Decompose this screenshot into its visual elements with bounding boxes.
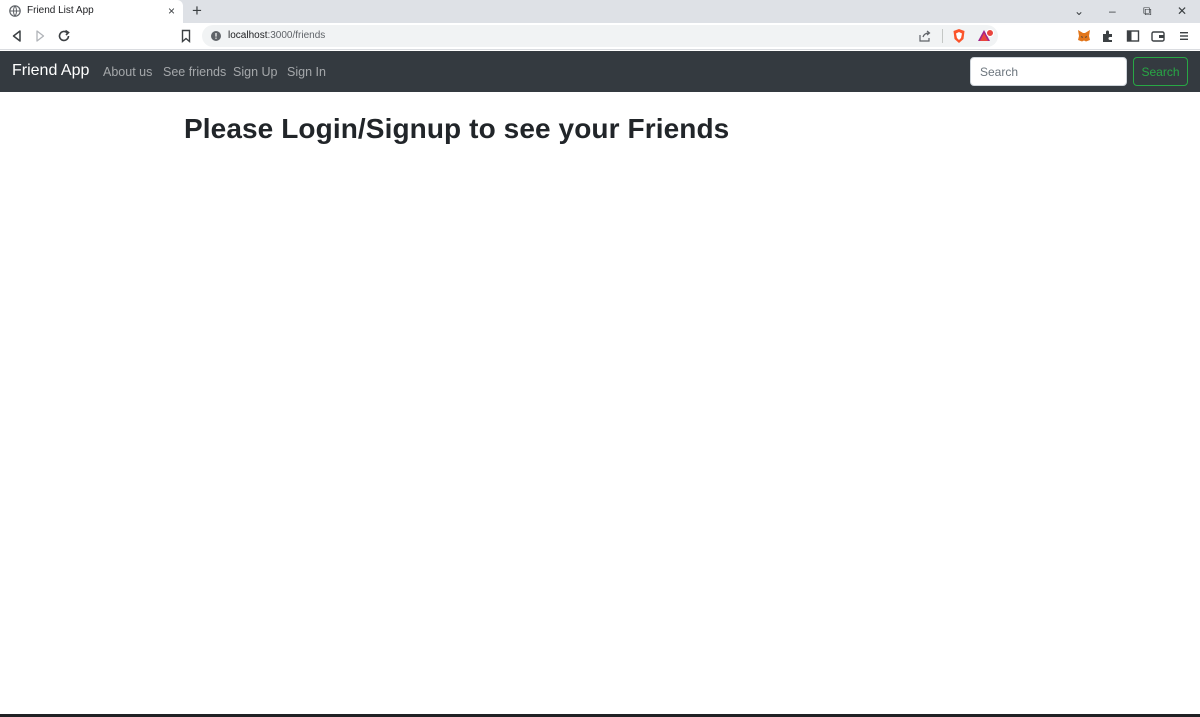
wallet-icon[interactable] <box>1150 28 1166 44</box>
restore-icon[interactable]: ⧉ <box>1143 3 1152 19</box>
sidebar-icon[interactable] <box>1125 28 1141 44</box>
app-navbar: Friend App About us See friends Sign Up … <box>0 51 1200 92</box>
browser-toolbar: localhost:3000/friends <box>0 23 1200 50</box>
brave-shield-icon[interactable] <box>952 28 966 44</box>
extensions-icon[interactable] <box>1100 28 1116 44</box>
new-tab-icon[interactable]: + <box>192 2 202 20</box>
tab-search-icon[interactable]: ⌄ <box>1074 3 1084 19</box>
tab-title: Friend List App <box>27 5 94 16</box>
nav-link-about-us[interactable]: About us <box>103 65 152 79</box>
back-icon[interactable] <box>9 28 25 44</box>
metamask-icon[interactable] <box>1076 28 1092 44</box>
url-host: localhost <box>228 30 268 41</box>
search-button[interactable]: Search <box>1133 57 1188 86</box>
close-window-icon[interactable]: ✕ <box>1177 3 1187 19</box>
forward-icon[interactable] <box>32 28 48 44</box>
omnibox-divider <box>942 29 943 43</box>
search-input[interactable] <box>970 57 1127 86</box>
address-bar[interactable]: localhost:3000/friends <box>202 25 998 47</box>
brand-link[interactable]: Friend App <box>12 62 89 80</box>
menu-icon[interactable] <box>1176 28 1192 44</box>
bookmark-icon[interactable] <box>178 28 194 44</box>
reload-icon[interactable] <box>56 28 72 44</box>
url-text: localhost:3000/friends <box>228 30 325 41</box>
nav-link-see-friends[interactable]: See friends <box>163 65 226 79</box>
tab-close-icon[interactable]: × <box>168 4 175 18</box>
page-heading: Please Login/Signup to see your Friends <box>184 113 730 144</box>
nav-link-sign-up[interactable]: Sign Up <box>233 65 277 79</box>
brave-rewards-icon[interactable] <box>977 28 995 44</box>
minimize-icon[interactable]: – <box>1109 3 1116 19</box>
nav-link-sign-in[interactable]: Sign In <box>287 65 326 79</box>
site-info-icon[interactable] <box>211 31 221 41</box>
share-icon[interactable] <box>918 29 932 43</box>
browser-tabstrip: Friend List App × + ⌄ – ⧉ ✕ <box>0 0 1200 23</box>
url-path: :3000/friends <box>267 30 326 41</box>
globe-icon <box>9 5 21 17</box>
browser-tab[interactable]: Friend List App × <box>0 0 183 23</box>
